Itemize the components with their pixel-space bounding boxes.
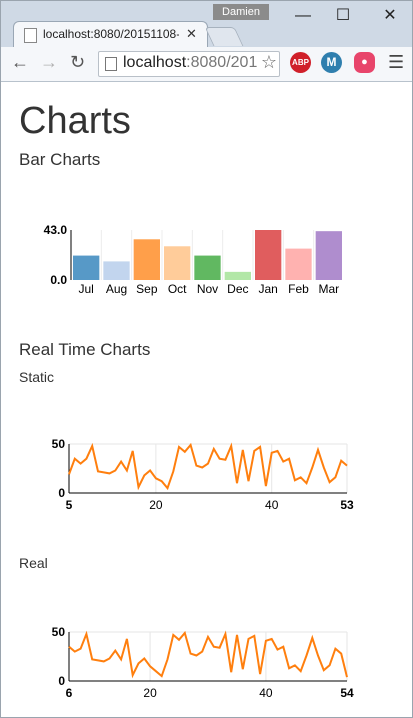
line-y-tick-label: 50 [52,625,66,639]
new-tab-button[interactable] [204,27,244,46]
line-series [68,630,348,679]
bar-x-tick-label: Dec [227,282,248,296]
back-icon[interactable]: ← [11,52,29,72]
menu-icon[interactable]: ☰ [388,52,404,73]
bar-oct [164,246,191,280]
line-y-tick-label: 0 [58,674,65,688]
bar-x-tick-label: Aug [106,282,127,296]
bar-chart: Jul Aug Sep Oct Nov Dec Jan Feb Mar 0.0 43.0 [44,223,342,296]
bookmark-star-icon[interactable]: ☆ [259,52,277,73]
bar-y-tick-label: 43.0 [44,223,68,237]
line-x-tick-label: 20 [143,686,157,700]
bar-y-tick-label: 0.0 [50,273,67,287]
forward-icon[interactable]: → [40,52,58,72]
static-label: Static [19,369,55,385]
line-x-tick-label: 54 [340,686,354,700]
line-y-tick-label: 50 [52,437,66,451]
bar-jan [255,230,282,280]
bar-charts-heading: Bar Charts [19,150,101,169]
real-line-chart: 6 20 40 54 0 50 [52,625,354,700]
realtime-charts-heading: Real Time Charts [19,340,151,359]
real-label: Real [19,555,48,571]
browser-toolbar: ← → ↻ localhost:8080/201 ☆ ABP M ● ☰ [1,47,412,82]
bar-x-tick-label: Feb [288,282,309,296]
bar-x-tick-label: Nov [197,282,218,296]
url-text: localhost:8080/201 [123,54,258,71]
adblock-extension-icon[interactable]: ABP [290,52,311,73]
bar-feb [285,248,312,280]
line-series [68,442,348,491]
bar-x-tick-label: Jul [78,282,93,296]
page-title: Charts [19,100,131,142]
bar-x-tick-label: Mar [318,282,339,296]
bar-x-tick-label: Sep [136,282,158,296]
tab-close-icon[interactable]: ✕ [186,26,197,42]
line-x-tick-label: 6 [66,686,73,700]
line-x-tick-label: 20 [149,498,163,512]
bar-nov [194,255,221,280]
bar-jul [73,255,100,280]
bar-x-tick-label: Jan [258,282,277,296]
bar-dec [224,271,251,280]
close-window-button[interactable]: ✕ [373,5,407,27]
page-favicon-icon [24,28,37,43]
piggy-bank-extension-icon[interactable]: ● [354,52,375,73]
line-x-tick-label: 40 [265,498,279,512]
line-x-tick-label: 53 [340,498,354,512]
line-y-tick-label: 0 [58,486,65,500]
page-icon [105,57,117,71]
user-badge[interactable]: Damien [213,4,269,20]
title-bar: Damien — ☐ ✕ localhost:8080/20151108- ✕ [1,1,412,48]
browser-window: Damien — ☐ ✕ localhost:8080/20151108- ✕ … [0,0,413,718]
m-extension-icon[interactable]: M [321,52,342,73]
address-bar[interactable]: localhost:8080/201 ☆ [98,51,280,77]
bar-mar [315,231,342,280]
maximize-button[interactable]: ☐ [326,5,360,27]
bar-sep [133,239,160,280]
minimize-button[interactable]: — [286,5,320,27]
bar-aug [103,261,130,280]
page-content: Charts Bar Charts Jul Aug Sep Oct Nov Dec Jan F… [1,82,412,717]
line-x-tick-label: 40 [259,686,273,700]
reload-icon[interactable]: ↻ [70,52,85,72]
line-x-tick-label: 5 [66,498,73,512]
static-line-chart: 5 20 40 53 0 50 [52,437,354,512]
bar-x-tick-label: Oct [168,282,187,296]
browser-tab[interactable]: localhost:8080/20151108- ✕ [13,21,208,48]
tab-title: localhost:8080/20151108- [43,27,179,41]
